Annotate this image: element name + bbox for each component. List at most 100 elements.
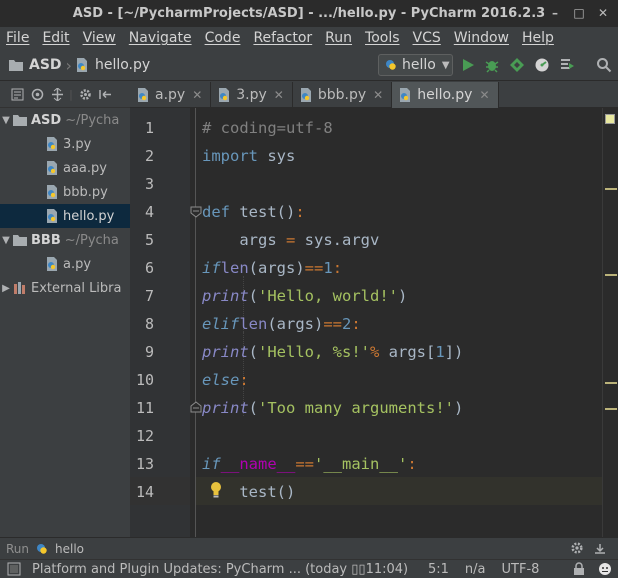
line-number[interactable]: 4 (130, 203, 154, 221)
close-icon[interactable]: ✕ (594, 4, 612, 22)
menu-help[interactable]: Help (522, 30, 554, 46)
minimize-icon[interactable]: – (546, 4, 564, 22)
code-line[interactable]: print('Hello, %s!' % args[1]) (202, 338, 463, 366)
code-line[interactable]: args = sys.argv (202, 226, 379, 254)
hide-panel-icon[interactable] (593, 541, 607, 558)
line-number[interactable]: 13 (130, 455, 154, 473)
tab-hello-py[interactable]: hello.py ✕ (392, 82, 499, 108)
lock-icon[interactable] (573, 562, 585, 578)
debug-icon[interactable] (483, 56, 501, 74)
editor-scrollbar[interactable] (602, 108, 618, 537)
fold-end-icon[interactable] (190, 401, 202, 413)
tree-file-apy[interactable]: a.py (0, 252, 130, 276)
line-number[interactable]: 14 (130, 483, 154, 501)
line-number[interactable]: 10 (130, 371, 154, 389)
run-configuration-select[interactable]: hello ▼ (378, 54, 453, 76)
python-file-icon (300, 88, 311, 102)
error-stripe-mark[interactable] (605, 188, 617, 190)
run-icon[interactable] (459, 56, 477, 74)
menu-run[interactable]: Run (325, 30, 352, 46)
tab-3-py[interactable]: 3.py ✕ (211, 82, 293, 108)
code-line[interactable]: if len (args) == 1: (202, 254, 342, 282)
error-stripe-mark[interactable] (605, 274, 617, 276)
fold-start-icon[interactable] (190, 206, 202, 218)
target-icon[interactable] (30, 88, 44, 102)
scroll-from-source-icon[interactable] (10, 88, 24, 102)
menu-navigate[interactable]: Navigate (129, 30, 192, 46)
status-message[interactable]: Platform and Plugin Updates: PyCharm ...… (0, 562, 420, 577)
chevron-down-icon: ▼ (441, 59, 450, 71)
breadcrumb-file[interactable]: hello.py (74, 57, 150, 73)
tree-folder-asd[interactable]: ▼ ASD ~/Pycha (0, 108, 130, 132)
code-line[interactable]: # coding=utf-8 (202, 114, 333, 142)
close-tab-icon[interactable]: ✕ (274, 88, 284, 102)
line-number[interactable]: 1 (130, 119, 154, 137)
menu-vcs[interactable]: VCS (413, 30, 441, 46)
line-number[interactable]: 12 (130, 427, 154, 445)
tree-file-aaapy[interactable]: aaa.py (0, 156, 130, 180)
line-number[interactable]: 2 (130, 147, 154, 165)
tree-file-label: a.py (63, 256, 92, 272)
error-stripe-mark[interactable] (605, 382, 617, 384)
tree-folder-bbb[interactable]: ▼ BBB ~/Pycha (0, 228, 130, 252)
profile-icon[interactable] (533, 56, 551, 74)
concurrency-icon[interactable] (558, 56, 576, 74)
run-panel-config[interactable]: hello (55, 542, 84, 556)
run-panel-bar[interactable]: Run hello (0, 537, 618, 559)
file-encoding[interactable]: UTF-8 (494, 562, 548, 577)
coverage-icon[interactable] (508, 56, 526, 74)
code-line[interactable]: else: (202, 366, 249, 394)
menu-tools[interactable]: Tools (365, 30, 400, 46)
close-tab-icon[interactable]: ✕ (373, 88, 383, 102)
code-line[interactable]: if __name__ == '__main__': (202, 450, 417, 478)
hide-panel-icon[interactable] (98, 88, 112, 102)
gear-icon[interactable] (570, 541, 584, 558)
expanded-arrow-icon[interactable]: ▼ (0, 115, 12, 126)
close-tab-icon[interactable]: ✕ (479, 88, 489, 102)
breadcrumb-project[interactable]: ASD (0, 57, 62, 73)
code-line[interactable]: print('Too many arguments!') (202, 394, 463, 422)
caret-position[interactable]: 5:1 (420, 562, 457, 577)
tree-external-libraries[interactable]: ▶ External Libra (0, 276, 130, 300)
line-number[interactable]: 9 (130, 343, 154, 361)
code-line[interactable]: elif len (args) == 2: (202, 310, 361, 338)
expanded-arrow-icon[interactable]: ▼ (0, 235, 12, 246)
inspection-status-icon[interactable] (605, 114, 615, 124)
line-number[interactable]: 3 (130, 175, 154, 193)
tab-bbb-py[interactable]: bbb.py ✕ (293, 82, 393, 108)
menu-window[interactable]: Window (454, 30, 509, 46)
breadcrumb-file-label: hello.py (94, 57, 151, 73)
line-number[interactable]: 5 (130, 231, 154, 249)
menu-refactor[interactable]: Refactor (253, 30, 312, 46)
line-number[interactable]: 8 (130, 315, 154, 333)
code-line[interactable]: import sys (202, 142, 295, 170)
menu-edit[interactable]: Edit (42, 30, 69, 46)
tool-windows-icon[interactable] (7, 562, 21, 578)
line-number[interactable]: 6 (130, 259, 154, 277)
code-line[interactable]: print('Hello, world!') (202, 282, 407, 310)
expand-collapse-icon[interactable] (50, 88, 64, 102)
search-icon[interactable] (595, 56, 613, 74)
code-line[interactable]: def test(): (202, 198, 305, 226)
menu-file[interactable]: File (6, 30, 29, 46)
inspector-icon[interactable] (597, 561, 613, 578)
menu-code[interactable]: Code (205, 30, 241, 46)
line-separator[interactable]: n/a (457, 562, 494, 577)
project-toolbar: | (0, 82, 130, 108)
collapsed-arrow-icon[interactable]: ▶ (0, 283, 12, 294)
code-line[interactable]: test() (202, 478, 295, 506)
python-file-icon (44, 136, 60, 152)
tab-a-py[interactable]: a.py ✕ (130, 82, 212, 108)
line-number[interactable]: 7 (130, 287, 154, 305)
error-stripe-mark[interactable] (605, 408, 617, 410)
menu-view[interactable]: View (83, 30, 116, 46)
close-tab-icon[interactable]: ✕ (192, 88, 202, 102)
code-editor[interactable]: 1 2 3 4 5 6 7 8 9 10 11 12 13 14 # coding=utf-8 import… (130, 108, 618, 537)
tree-file-hellopy[interactable]: hello.py (0, 204, 130, 228)
python-file-icon (138, 88, 148, 102)
tree-file-3py[interactable]: 3.py (0, 132, 130, 156)
line-number[interactable]: 11 (130, 399, 154, 417)
tree-file-bbbpy[interactable]: bbb.py (0, 180, 130, 204)
gear-icon[interactable] (78, 88, 92, 102)
maximize-icon[interactable]: □ (570, 4, 588, 22)
